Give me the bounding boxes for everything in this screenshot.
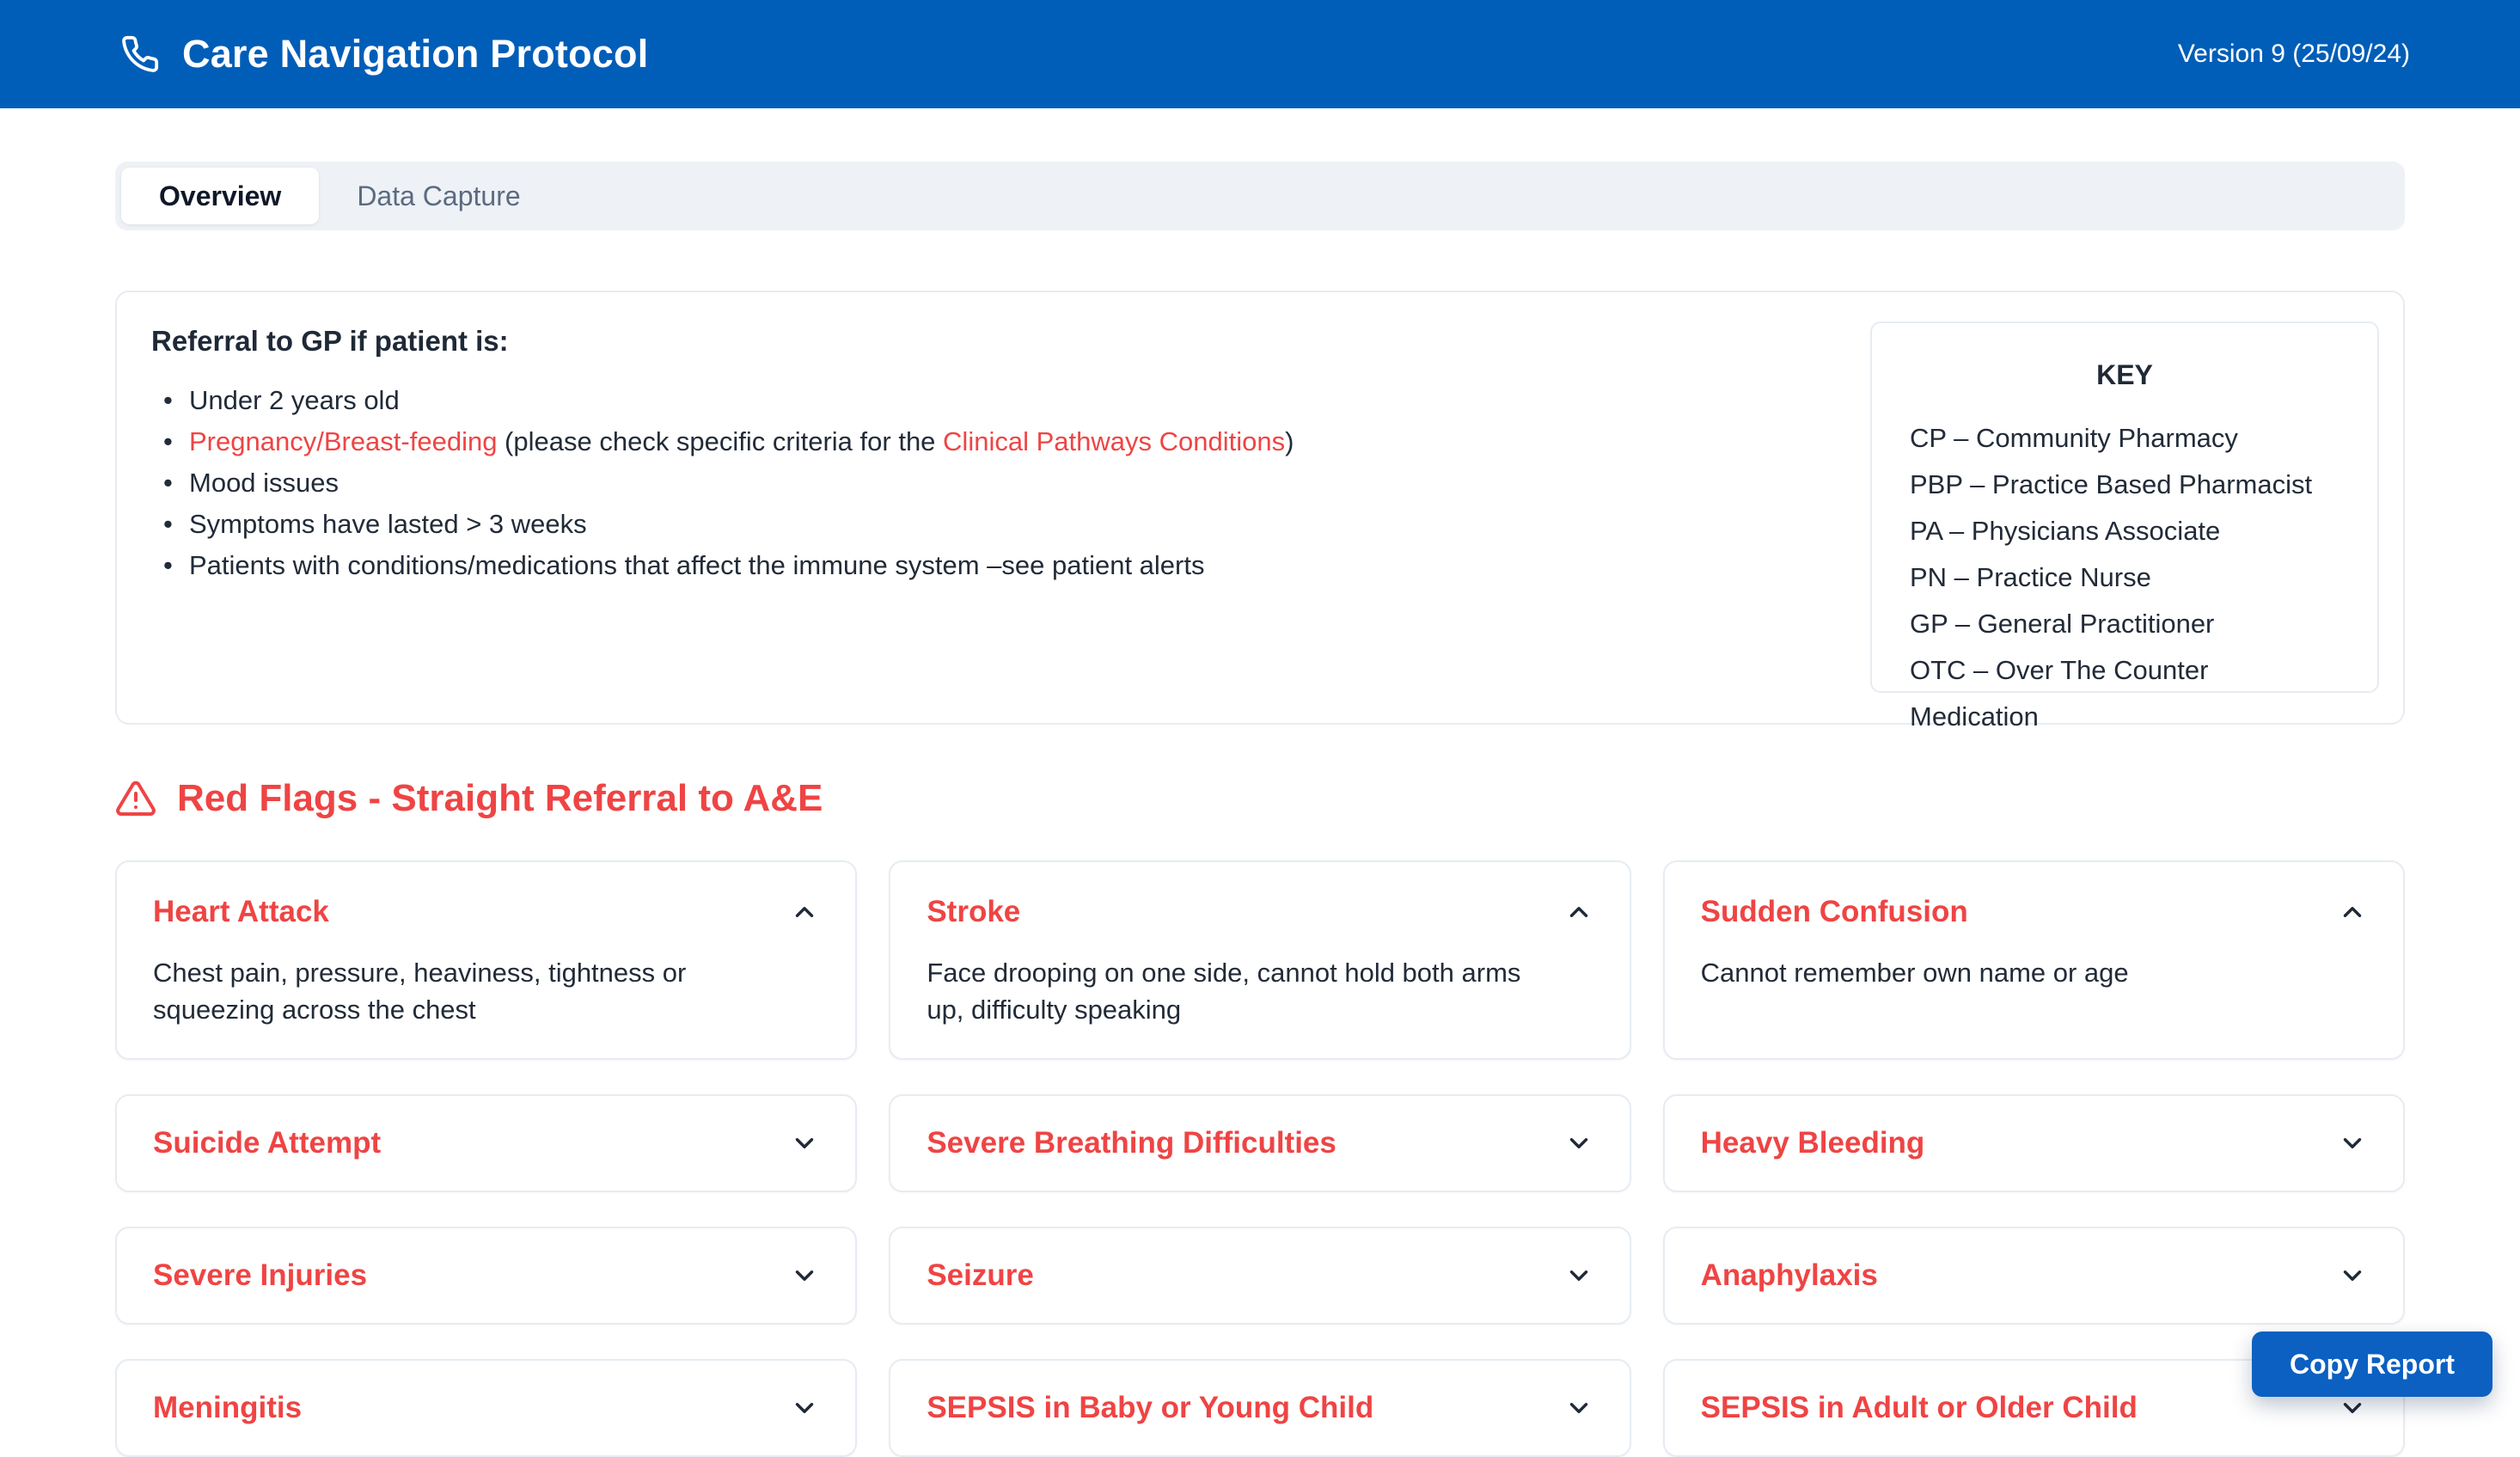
flag-card-title: Severe Injuries bbox=[153, 1258, 367, 1293]
key-item: GP – General Practitioner bbox=[1910, 601, 2340, 647]
version-label: Version 9 (25/09/24) bbox=[2178, 40, 2410, 69]
referral-item-text: Mood issues bbox=[189, 468, 339, 498]
chevron-down-icon[interactable] bbox=[790, 1393, 819, 1423]
key-title: KEY bbox=[1910, 359, 2340, 391]
chevron-up-icon[interactable] bbox=[2338, 897, 2367, 927]
flag-card-title: Stroke bbox=[927, 895, 1020, 929]
key-box: KEY CP – Community Pharmacy PBP – Practi… bbox=[1870, 321, 2379, 693]
referral-item-text: Patients with conditions/medications tha… bbox=[189, 550, 1204, 580]
flag-card-header: Stroke bbox=[927, 895, 1593, 929]
red-flag-card-severe-breathing[interactable]: Severe Breathing Difficulties bbox=[889, 1094, 1630, 1192]
app-header: Care Navigation Protocol Version 9 (25/0… bbox=[0, 0, 2520, 108]
tab-overview[interactable]: Overview bbox=[121, 168, 319, 224]
red-flag-card-anaphylaxis[interactable]: Anaphylaxis bbox=[1663, 1227, 2405, 1325]
copy-report-button[interactable]: Copy Report bbox=[2252, 1332, 2492, 1397]
red-flag-card-heavy-bleeding[interactable]: Heavy Bleeding bbox=[1663, 1094, 2405, 1192]
flag-card-title: SEPSIS in Adult or Older Child bbox=[1701, 1391, 2138, 1425]
flag-card-header: Sudden Confusion bbox=[1701, 895, 2367, 929]
referral-card: Referral to GP if patient is: Under 2 ye… bbox=[115, 291, 2405, 725]
red-flag-card-sepsis-baby[interactable]: SEPSIS in Baby or Young Child bbox=[889, 1359, 1630, 1457]
chevron-down-icon[interactable] bbox=[2338, 1393, 2367, 1423]
flag-card-body: Chest pain, pressure, heaviness, tightne… bbox=[153, 955, 819, 1029]
key-item: PN – Practice Nurse bbox=[1910, 554, 2340, 601]
red-flags-grid: Heart Attack Chest pain, pressure, heavi… bbox=[115, 860, 2405, 1457]
chevron-down-icon[interactable] bbox=[790, 1129, 819, 1158]
red-flag-card-severe-injuries[interactable]: Severe Injuries bbox=[115, 1227, 857, 1325]
chevron-down-icon[interactable] bbox=[1564, 1129, 1593, 1158]
red-flag-card-heart-attack[interactable]: Heart Attack Chest pain, pressure, heavi… bbox=[115, 860, 857, 1060]
referral-item-text: Under 2 years old bbox=[189, 385, 400, 415]
flag-card-title: Anaphylaxis bbox=[1701, 1258, 1878, 1293]
alert-triangle-icon bbox=[115, 778, 156, 819]
key-item: PBP – Practice Based Pharmacist bbox=[1910, 462, 2340, 508]
red-flags-title: Red Flags - Straight Referral to A&E bbox=[177, 777, 823, 820]
chevron-down-icon[interactable] bbox=[790, 1261, 819, 1290]
flag-card-title: Suicide Attempt bbox=[153, 1126, 381, 1160]
referral-item-text: (please check specific criteria for the bbox=[497, 426, 943, 456]
tab-bar: Overview Data Capture bbox=[115, 162, 2405, 230]
flag-card-title: SEPSIS in Baby or Young Child bbox=[927, 1391, 1373, 1425]
flag-card-body: Cannot remember own name or age bbox=[1701, 955, 2367, 992]
chevron-down-icon[interactable] bbox=[2338, 1129, 2367, 1158]
red-flag-card-sudden-confusion[interactable]: Sudden Confusion Cannot remember own nam… bbox=[1663, 860, 2405, 1060]
page-title: Care Navigation Protocol bbox=[182, 32, 648, 77]
chevron-up-icon[interactable] bbox=[790, 897, 819, 927]
tab-data-capture[interactable]: Data Capture bbox=[319, 168, 558, 224]
key-item: CP – Community Pharmacy bbox=[1910, 415, 2340, 462]
key-item: PA – Physicians Associate bbox=[1910, 508, 2340, 554]
header-brand: Care Navigation Protocol bbox=[120, 32, 648, 77]
chevron-down-icon[interactable] bbox=[1564, 1393, 1593, 1423]
phone-icon bbox=[120, 34, 160, 74]
clinical-pathways-link[interactable]: Clinical Pathways Conditions bbox=[943, 426, 1285, 456]
red-flags-heading: Red Flags - Straight Referral to A&E bbox=[115, 776, 2405, 821]
pregnancy-highlight: Pregnancy/Breast-feeding bbox=[189, 426, 497, 456]
chevron-down-icon[interactable] bbox=[2338, 1261, 2367, 1290]
referral-item-text: ) bbox=[1285, 426, 1294, 456]
main-content: Overview Data Capture Referral to GP if … bbox=[115, 162, 2405, 1457]
key-list: CP – Community Pharmacy PBP – Practice B… bbox=[1910, 415, 2340, 740]
chevron-down-icon[interactable] bbox=[1564, 1261, 1593, 1290]
red-flag-card-meningitis[interactable]: Meningitis bbox=[115, 1359, 857, 1457]
flag-card-body: Face drooping on one side, cannot hold b… bbox=[927, 955, 1593, 1029]
flag-card-title: Severe Breathing Difficulties bbox=[927, 1126, 1336, 1160]
referral-item-text: Symptoms have lasted > 3 weeks bbox=[189, 509, 587, 539]
flag-card-title: Meningitis bbox=[153, 1391, 302, 1425]
key-item: OTC – Over The Counter Medication bbox=[1910, 647, 2340, 740]
flag-card-title: Heart Attack bbox=[153, 895, 329, 929]
red-flag-card-stroke[interactable]: Stroke Face drooping on one side, cannot… bbox=[889, 860, 1630, 1060]
chevron-up-icon[interactable] bbox=[1564, 897, 1593, 927]
red-flag-card-suicide-attempt[interactable]: Suicide Attempt bbox=[115, 1094, 857, 1192]
flag-card-title: Sudden Confusion bbox=[1701, 895, 1968, 929]
flag-card-title: Seizure bbox=[927, 1258, 1034, 1293]
red-flag-card-seizure[interactable]: Seizure bbox=[889, 1227, 1630, 1325]
flag-card-header: Heart Attack bbox=[153, 895, 819, 929]
flag-card-title: Heavy Bleeding bbox=[1701, 1126, 1925, 1160]
